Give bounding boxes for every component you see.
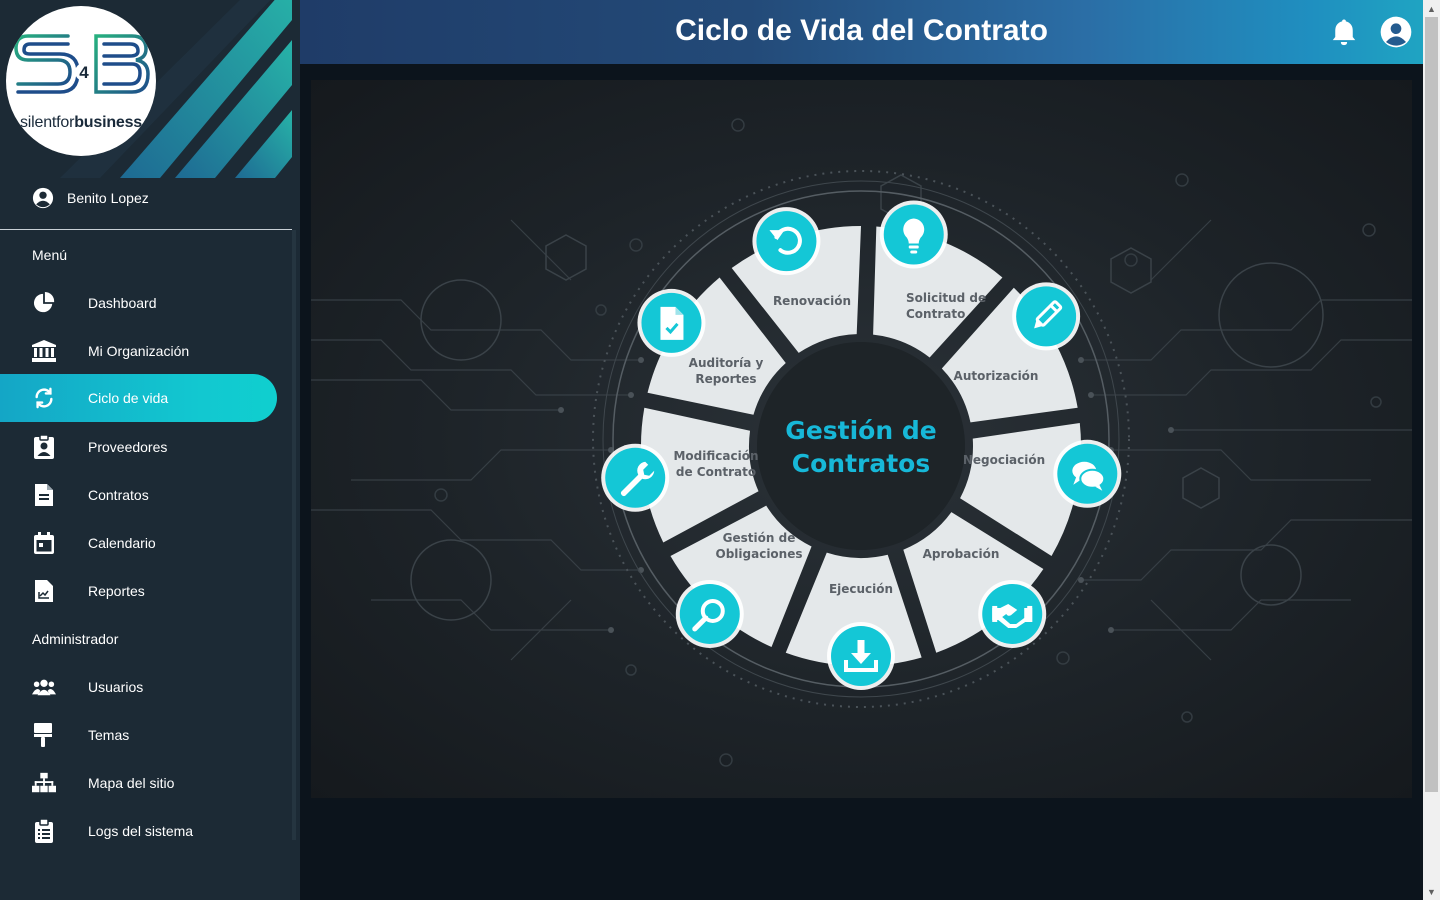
center-title-line2: Contratos <box>792 449 930 478</box>
s4b-logo-icon: 4 <box>14 34 150 94</box>
center-title-line1: Gestión de <box>785 416 936 445</box>
brand-logo[interactable]: 4 silentforbusiness <box>6 6 156 156</box>
sidebar-item-label: Calendario <box>88 535 156 551</box>
lifecycle-wheel: Gestión de Contratos Solicitud de Contrat… <box>601 200 1122 690</box>
sidebar-item-temas[interactable]: Temas <box>0 711 277 759</box>
user-profile[interactable]: Benito Lopez <box>32 185 149 211</box>
sidebar-item-proveedores[interactable]: Proveedores <box>0 423 277 471</box>
file-check-icon[interactable] <box>637 288 706 357</box>
sidebar-item-usuarios[interactable]: Usuarios <box>0 663 277 711</box>
lightbulb-icon[interactable] <box>879 200 948 269</box>
sidebar-item-label: Usuarios <box>88 679 144 695</box>
pencil-icon[interactable] <box>1012 282 1081 351</box>
download-icon[interactable] <box>827 622 895 690</box>
scroll-thumb[interactable] <box>1425 17 1438 792</box>
sidebar-item-mi-organizacion[interactable]: Mi Organización <box>0 327 277 375</box>
sidebar-item-label: Mapa del sitio <box>88 775 175 791</box>
pie-chart-icon <box>32 291 56 315</box>
magnifier-icon[interactable] <box>675 579 744 648</box>
scroll-up-icon[interactable]: ▲ <box>1423 0 1440 17</box>
sidebar-item-logs-del-sistema[interactable]: Logs del sistema <box>0 807 277 855</box>
sidebar-item-dashboard[interactable]: Dashboard <box>0 279 277 327</box>
stage-label-negociacion: Negociación <box>963 453 1045 467</box>
wordmark-part: business <box>74 114 142 131</box>
user-name: Benito Lopez <box>67 190 149 206</box>
wordmark-part: silent <box>20 114 57 131</box>
sidebar-item-label: Dashboard <box>88 295 157 311</box>
calendar-icon <box>32 531 56 555</box>
sidebar-item-mapa-del-sitio[interactable]: Mapa del sitio <box>0 759 277 807</box>
menu-section-label: Menú <box>32 247 68 263</box>
sidebar-item-label: Reportes <box>88 583 145 599</box>
sidebar-item-calendario[interactable]: Calendario <box>0 519 277 567</box>
sync-icon <box>32 386 56 410</box>
top-header: Ciclo de Vida del Contrato <box>300 0 1423 64</box>
sitemap-icon <box>32 771 56 795</box>
page-scrollbar[interactable]: ▲ ▼ <box>1423 0 1440 900</box>
svg-text:4: 4 <box>79 63 89 82</box>
sidebar-item-label: Logs del sistema <box>88 823 194 839</box>
sidebar-item-label: Proveedores <box>88 439 168 455</box>
document-icon <box>32 483 56 507</box>
scroll-down-icon[interactable]: ▼ <box>1423 883 1440 900</box>
chat-bubbles-icon[interactable] <box>1053 439 1122 508</box>
sidebar-item-reportes[interactable]: Reportes <box>0 567 277 615</box>
undo-icon[interactable] <box>752 207 821 276</box>
wordmark-part: for <box>56 114 75 131</box>
sidebar-item-label: Mi Organización <box>88 343 190 359</box>
sidebar-item-contratos[interactable]: Contratos <box>0 471 277 519</box>
brand-wordmark: silentforbusiness <box>6 114 156 132</box>
sidebar-divider <box>0 229 292 230</box>
sidebar-item-ciclo-de-vida[interactable]: Ciclo de vida <box>0 374 277 422</box>
sidebar-scrollbar[interactable] <box>292 230 296 840</box>
institution-icon <box>32 339 56 363</box>
admin-section-label: Administrador <box>32 631 119 647</box>
users-icon <box>32 675 56 699</box>
report-icon <box>32 579 56 603</box>
clipboard-list-icon <box>32 819 56 843</box>
stage-label-autorizacion: Autorización <box>954 369 1039 383</box>
id-badge-icon <box>32 435 56 459</box>
sidebar-item-label: Temas <box>88 727 130 743</box>
brand-area: 4 silentforbusiness <box>0 0 292 178</box>
bell-icon[interactable] <box>1329 17 1359 47</box>
handshake-icon[interactable] <box>978 579 1047 648</box>
wheel-center <box>757 342 965 550</box>
wrench-icon[interactable] <box>601 443 670 512</box>
stage-label-aprobacion: Aprobación <box>923 547 1000 561</box>
sidebar: 4 silentforbusiness Benito Lopez Menú Da… <box>0 0 300 900</box>
sidebar-item-label: Contratos <box>88 487 149 503</box>
sidebar-item-label: Ciclo de vida <box>88 390 169 406</box>
account-icon[interactable] <box>1380 16 1412 48</box>
user-circle-icon <box>32 187 54 209</box>
lifecycle-panel: Gestión de Contratos Solicitud de Contrat… <box>311 80 1412 798</box>
page-title: Ciclo de Vida del Contrato <box>675 14 1048 47</box>
stage-label-renovacion: Renovación <box>773 294 851 308</box>
stage-label-ejecucion: Ejecución <box>829 582 893 596</box>
main-content: Gestión de Contratos Solicitud de Contrat… <box>300 64 1423 900</box>
paint-roller-icon <box>32 723 56 747</box>
